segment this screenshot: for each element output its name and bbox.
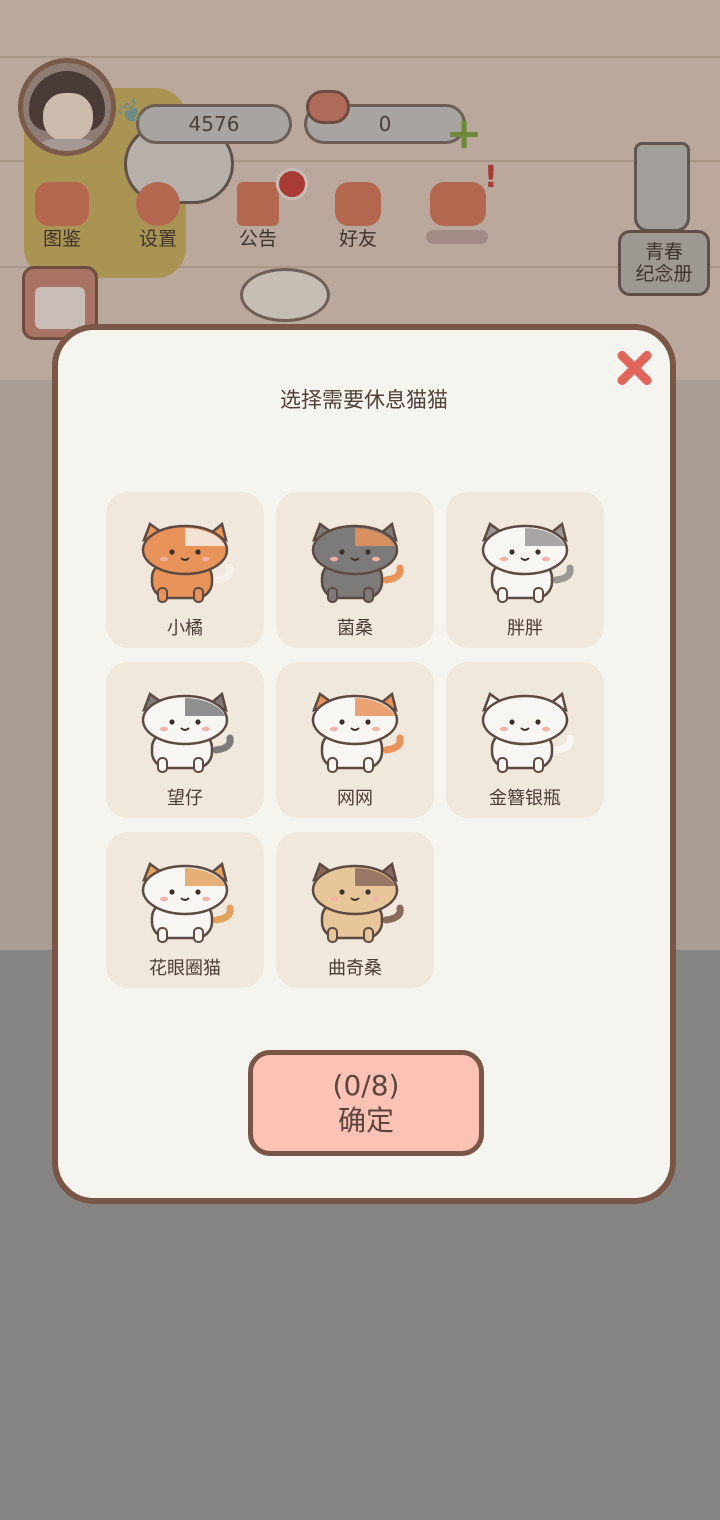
gear-icon (136, 182, 180, 226)
cat-name: 金簪银瓶 (489, 788, 561, 809)
alert-exclamation-icon: ! (484, 160, 498, 195)
cat-name: 网网 (337, 788, 373, 809)
menu-label-catalog: 图鉴 (42, 228, 81, 250)
cat-card[interactable]: 金簪银瓶 (446, 662, 604, 818)
cat-name: 菌桑 (337, 618, 373, 639)
cat-name: 望仔 (167, 788, 203, 809)
confirm-button[interactable]: (0/8) 确定 (248, 1050, 484, 1156)
cat-portrait-icon (141, 862, 234, 943)
avatar-face (43, 93, 93, 141)
player-avatar[interactable] (18, 58, 116, 156)
selected-count: (0/8) (332, 1069, 400, 1102)
dialog-title: 选择需要休息猫猫 (280, 388, 448, 412)
add-currency-plus-icon[interactable]: + (444, 112, 484, 156)
cat-card[interactable]: 菌桑 (276, 492, 434, 648)
menu-button-friends[interactable]: 好友 (316, 176, 400, 256)
select-rest-cat-dialog: 选择需要休息猫猫 小橘 菌桑 胖胖望仔 网网 金簪银瓶花眼圈猫 曲奇桑 (0/8) 确定 (52, 324, 676, 1204)
memorial-label-line2: 纪念册 (635, 263, 693, 285)
cat-card[interactable]: 小橘 (106, 492, 264, 648)
confirm-label: 确定 (337, 1104, 394, 1137)
cat-name: 花眼圈猫 (149, 958, 221, 979)
heart-icon (306, 90, 350, 124)
notification-dot (276, 168, 308, 200)
friends-icon (335, 182, 381, 226)
memorial-album-button[interactable]: 青春 纪念册 (618, 230, 710, 296)
cat-portrait-icon (311, 522, 404, 603)
cat-portrait-icon (141, 692, 234, 773)
menu-label-announcement: 公告 (238, 228, 277, 250)
cat-card[interactable]: 网网 (276, 662, 434, 818)
cat-card[interactable]: 望仔 (106, 662, 264, 818)
memorial-label-line1: 青春 (644, 241, 683, 263)
menu-button-catalog[interactable]: 图鉴 (20, 176, 104, 256)
blender-decoration (634, 142, 690, 232)
cat-name: 曲奇桑 (328, 958, 382, 979)
gift-icon (237, 182, 279, 226)
cat-portrait-icon (481, 692, 574, 773)
cat-name: 小橘 (167, 618, 203, 639)
cat-name: 胖胖 (507, 618, 543, 639)
cat-card[interactable]: 胖胖 (446, 492, 604, 648)
fan-decoration (240, 268, 330, 322)
cat-card[interactable]: 曲奇桑 (276, 832, 434, 988)
wall-line (0, 56, 720, 58)
cat-portrait-icon (311, 862, 404, 943)
pencil-icon (35, 287, 85, 329)
menu-button-settings[interactable]: 设置 (116, 176, 200, 256)
menu-label-friends: 好友 (338, 228, 377, 250)
cat-portrait-icon (481, 522, 574, 603)
menu-label-settings: 设置 (138, 228, 177, 250)
cat-portrait-icon (141, 522, 234, 603)
heart-mail-icon (430, 182, 486, 226)
cat-card[interactable]: 花眼圈猫 (106, 832, 264, 988)
cat-book-icon (35, 182, 89, 226)
progress-bar (426, 230, 488, 244)
close-icon[interactable] (614, 348, 654, 388)
cat-portrait-icon (311, 692, 404, 773)
